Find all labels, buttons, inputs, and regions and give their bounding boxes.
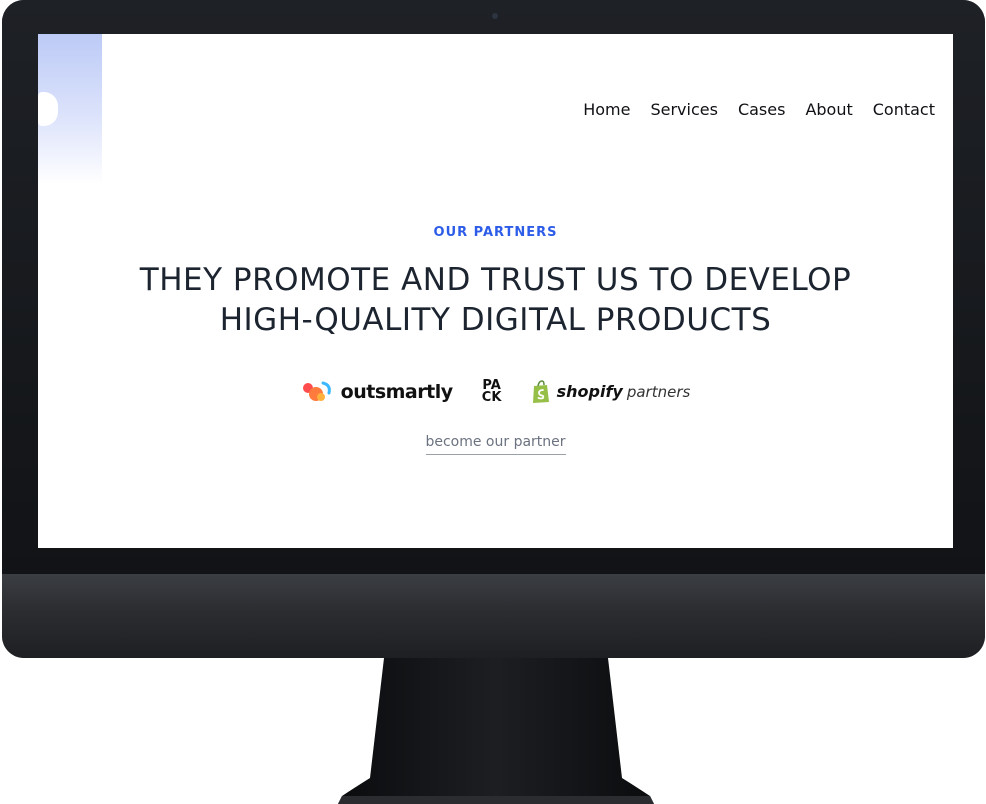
partner-logo-shopify[interactable]: shopify partners <box>531 380 691 404</box>
pack-wordmark: PA CK <box>479 379 505 405</box>
pack-bottom: CK <box>481 390 502 405</box>
section-headline: THEY PROMOTE AND TRUST US TO DEVELOP HIG… <box>38 260 953 340</box>
section-eyebrow: OUR PARTNERS <box>433 225 558 240</box>
nav-contact[interactable]: Contact <box>873 100 935 119</box>
shopify-bag-icon <box>532 380 549 403</box>
nav-services[interactable]: Services <box>650 100 717 119</box>
partners-wordmark: partners <box>626 383 691 401</box>
headline-line-1: THEY PROMOTE AND TRUST US TO DEVELOP <box>139 262 852 298</box>
shopify-wordmark: shopify <box>556 382 623 401</box>
nav-cases[interactable]: Cases <box>738 100 786 119</box>
monitor-body: Home Services Cases About Contact OUR PA… <box>2 0 985 658</box>
partner-logo-pack[interactable]: PA CK <box>479 379 505 405</box>
headline-line-2: HIGH-QUALITY DIGITAL PRODUCTS <box>219 302 772 338</box>
become-partner-link[interactable]: become our partner <box>425 434 566 455</box>
monitor-chin <box>2 574 985 658</box>
device-mockup: Home Services Cases About Contact OUR PA… <box>0 0 986 804</box>
nav-home[interactable]: Home <box>583 100 630 119</box>
main-nav: Home Services Cases About Contact <box>583 100 935 119</box>
outsmartly-logo-icon <box>302 381 331 401</box>
partner-logos: outsmartly PA CK shopify partners <box>38 379 953 405</box>
nav-about[interactable]: About <box>805 100 852 119</box>
outsmartly-wordmark: outsmartly <box>340 381 453 403</box>
camera-icon <box>492 13 498 19</box>
partner-logo-outsmartly[interactable]: outsmartly <box>301 379 453 405</box>
monitor-stand <box>338 658 654 804</box>
website-screen: Home Services Cases About Contact OUR PA… <box>38 34 953 548</box>
